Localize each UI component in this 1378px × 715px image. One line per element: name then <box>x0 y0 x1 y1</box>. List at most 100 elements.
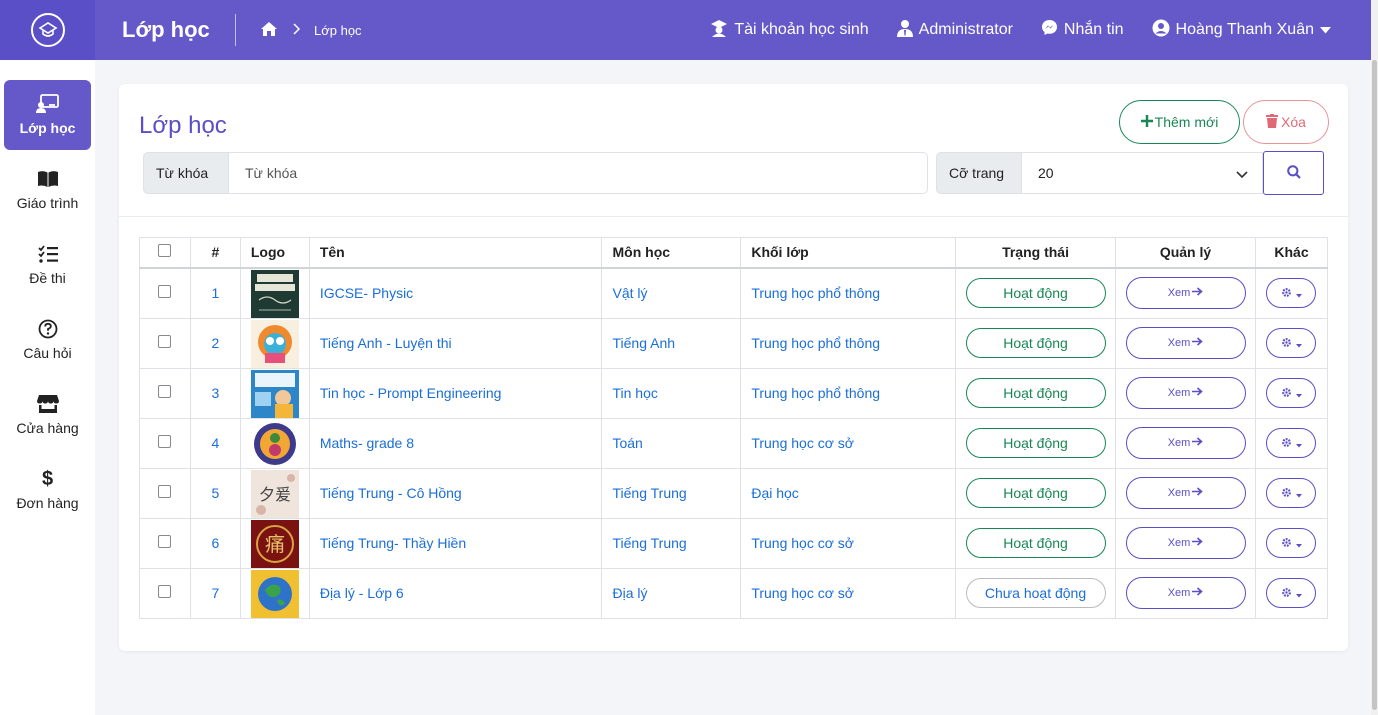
administrator-link[interactable]: Administrator <box>896 19 1013 42</box>
breadcrumb-current: Lớp học <box>314 22 362 38</box>
student-accounts-link[interactable]: Tài khoản học sinh <box>710 19 869 42</box>
row-actions-dropdown[interactable] <box>1266 378 1317 408</box>
view-button[interactable]: Xem <box>1125 577 1246 609</box>
row-checkbox[interactable] <box>158 335 172 348</box>
row-name[interactable]: IGCSE- Physic <box>308 267 603 319</box>
row-grade[interactable]: Trung học cơ sở <box>740 567 957 619</box>
row-actions-dropdown[interactable] <box>1266 278 1317 308</box>
view-button[interactable]: Xem <box>1125 427 1246 459</box>
row-grade[interactable]: Trung học phổ thông <box>740 317 957 369</box>
page-size-select[interactable]: 20 <box>1021 152 1263 194</box>
messages-label: Nhắn tin <box>1063 21 1124 38</box>
row-actions-dropdown[interactable] <box>1266 328 1317 358</box>
app-logo[interactable] <box>0 0 95 60</box>
status-badge[interactable]: Hoạt động <box>965 278 1106 308</box>
row-actions-dropdown[interactable] <box>1266 428 1317 458</box>
plus-icon <box>1140 114 1153 130</box>
sidebar-item-exams[interactable]: Đề thi <box>4 230 91 300</box>
delete-button[interactable]: Xóa <box>1243 100 1329 144</box>
row-subject[interactable]: Vật lý <box>601 267 742 319</box>
row-grade[interactable]: Trung học cơ sở <box>740 517 957 569</box>
view-button[interactable]: Xem <box>1125 527 1246 559</box>
status-badge[interactable]: Hoạt động <box>965 378 1106 408</box>
user-circle-icon <box>1152 19 1170 42</box>
sidebar-item-curriculum[interactable]: Giáo trình <box>4 155 91 225</box>
search-button[interactable] <box>1263 151 1324 195</box>
row-subject[interactable]: Toán <box>601 417 742 469</box>
row-checkbox[interactable] <box>158 585 172 598</box>
row-checkbox[interactable] <box>158 535 172 548</box>
row-actions-dropdown[interactable] <box>1266 478 1317 508</box>
status-badge[interactable]: Hoạt động <box>965 478 1106 508</box>
gear-icon <box>1281 585 1292 601</box>
header-grade: Khối lớp <box>740 237 957 268</box>
user-menu[interactable]: Hoàng Thanh Xuân <box>1152 19 1331 42</box>
view-label: Xem <box>1167 337 1191 349</box>
select-all-checkbox[interactable] <box>158 244 172 258</box>
caret-down-icon <box>1295 285 1302 301</box>
row-name[interactable]: Tiếng Trung - Cô Hồng <box>308 467 603 519</box>
card-divider <box>119 216 1348 217</box>
sidebar-item-questions[interactable]: Câu hỏi <box>4 305 91 375</box>
view-button[interactable]: Xem <box>1125 277 1246 309</box>
row-name[interactable]: Tiếng Anh - Luyện thi <box>308 317 603 369</box>
status-badge[interactable]: Hoạt động <box>965 428 1106 458</box>
row-grade[interactable]: Đại học <box>740 467 957 519</box>
home-icon[interactable] <box>260 21 278 40</box>
sidebar-item-orders[interactable]: $ Đơn hàng <box>4 455 91 525</box>
add-class-button[interactable]: Thêm mới <box>1119 100 1240 144</box>
status-badge[interactable]: Hoạt động <box>965 328 1106 358</box>
scrollbar[interactable] <box>1371 0 1378 715</box>
row-name[interactable]: Địa lý - Lớp 6 <box>308 567 603 619</box>
view-label: Xem <box>1167 437 1191 449</box>
row-actions-dropdown[interactable] <box>1266 578 1317 608</box>
sidebar-item-classes[interactable]: Lớp học <box>4 80 91 150</box>
row-subject[interactable]: Tiếng Anh <box>601 317 742 369</box>
row-subject[interactable]: Tiếng Trung <box>601 517 742 569</box>
view-button[interactable]: Xem <box>1125 377 1246 409</box>
scrollbar-thumb[interactable] <box>1372 60 1377 710</box>
row-subject[interactable]: Địa lý <box>601 567 742 619</box>
row-actions-dropdown[interactable] <box>1266 528 1317 558</box>
row-manage-cell: Xem <box>1115 517 1256 569</box>
row-name[interactable]: Tiếng Trung- Thầy Hiền <box>308 517 603 569</box>
row-name[interactable]: Maths- grade 8 <box>308 417 603 469</box>
view-button[interactable]: Xem <box>1125 327 1246 359</box>
delete-label: Xóa <box>1281 114 1306 130</box>
row-status-cell: Hoạt động <box>955 267 1117 319</box>
row-checkbox[interactable] <box>158 485 172 498</box>
keyword-label: Từ khóa <box>143 152 229 194</box>
row-checkbox[interactable] <box>158 435 172 448</box>
administrator-label: Administrator <box>918 21 1013 38</box>
card-title: Lớp học <box>139 112 227 139</box>
messages-link[interactable]: Nhắn tin <box>1041 19 1124 41</box>
row-subject[interactable]: Tin học <box>601 367 742 419</box>
svg-text:夕爰: 夕爰 <box>259 485 291 504</box>
keyword-input[interactable] <box>228 152 928 194</box>
class-logo-image <box>250 419 309 468</box>
row-manage-cell: Xem <box>1115 367 1256 419</box>
view-button[interactable]: Xem <box>1125 477 1246 509</box>
row-name[interactable]: Tin học - Prompt Engineering <box>308 367 603 419</box>
status-badge[interactable]: Hoạt động <box>965 528 1106 558</box>
sidebar-item-store[interactable]: Cửa hàng <box>4 380 91 450</box>
row-grade[interactable]: Trung học phổ thông <box>740 367 957 419</box>
row-grade[interactable]: Trung học cơ sở <box>740 417 957 469</box>
view-label: Xem <box>1167 587 1191 599</box>
row-subject[interactable]: Tiếng Trung <box>601 467 742 519</box>
row-checkbox[interactable] <box>158 285 172 298</box>
select-all-cell <box>139 237 191 268</box>
row-select-cell <box>139 517 191 569</box>
arrow-right-icon <box>1192 537 1204 549</box>
row-manage-cell: Xem <box>1115 567 1256 619</box>
row-other-cell <box>1254 367 1329 419</box>
sidebar-item-label: Đơn hàng <box>16 495 79 511</box>
row-grade[interactable]: Trung học phổ thông <box>740 267 957 319</box>
messenger-icon <box>1041 19 1058 41</box>
row-select-cell <box>139 417 191 469</box>
gear-icon <box>1281 335 1292 351</box>
row-select-cell <box>139 267 191 319</box>
sidebar-item-label: Câu hỏi <box>23 345 72 361</box>
status-badge[interactable]: Chưa hoạt động <box>965 578 1106 608</box>
row-checkbox[interactable] <box>158 385 172 398</box>
